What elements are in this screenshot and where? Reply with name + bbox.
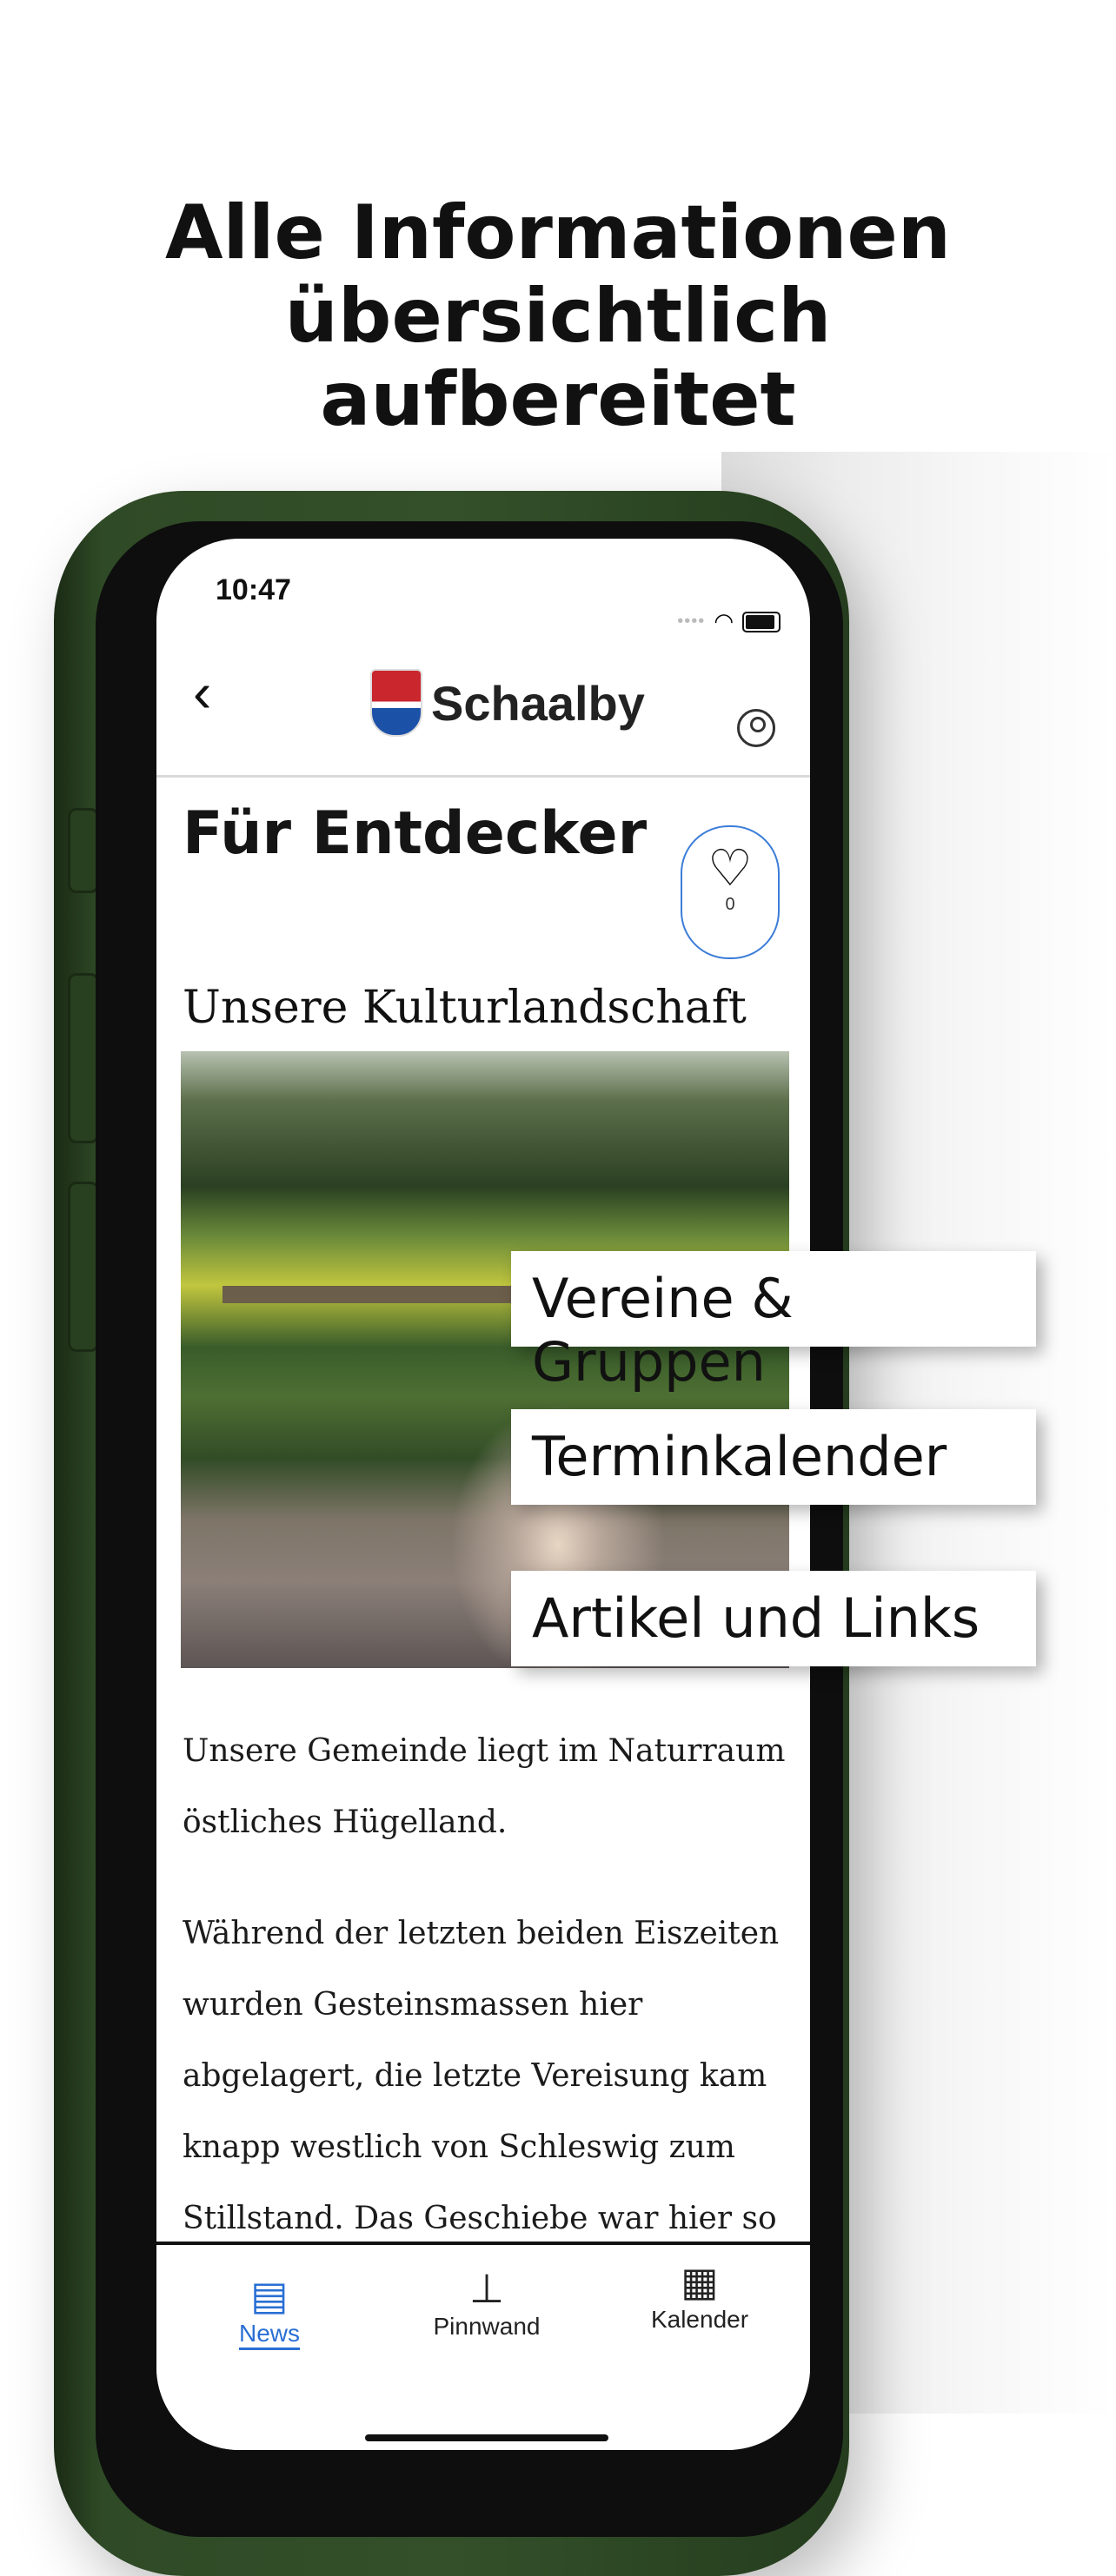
feature-label-terminkalender: Terminkalender (511, 1409, 1036, 1505)
app-logo: Schaalby (370, 669, 645, 737)
volume-down-button (68, 1182, 99, 1352)
status-icons: •••• ◠ (677, 608, 781, 635)
calendar-icon: ▦ (681, 2259, 719, 2304)
wifi-icon: ◠ (714, 608, 734, 634)
feature-text-terminkalender: Terminkalender (532, 1425, 947, 1488)
header-divider (156, 775, 810, 778)
tab-kalender-label: Kalender (650, 2306, 749, 2333)
profile-icon[interactable] (737, 709, 775, 747)
coat-of-arms-icon (370, 669, 422, 737)
photo-dock (223, 1286, 553, 1303)
signal-icon: •••• (677, 612, 706, 631)
status-time: 10:47 (216, 573, 291, 606)
home-indicator (365, 2434, 608, 2441)
headline-line-1: Alle Informationen (164, 189, 951, 276)
tab-kalender[interactable]: ▦ Kalender (630, 2257, 769, 2334)
tab-news-label: News (238, 2320, 300, 2350)
feature-text-vereine: Vereine & Gruppen (532, 1267, 794, 1394)
feature-label-artikel: Artikel und Links (511, 1571, 1036, 1666)
article-paragraph-1: Unsere Gemeinde liegt im Naturraum östli… (183, 1733, 786, 1840)
favorite-button[interactable]: ♡ 0 (681, 825, 780, 959)
page-title: Für Entdecker (183, 799, 648, 868)
back-button[interactable]: ‹ (193, 660, 211, 725)
battery-icon (742, 611, 781, 632)
feature-text-artikel: Artikel und Links (532, 1586, 980, 1650)
tab-pinnwand[interactable]: ⊥ Pinnwand (417, 2264, 556, 2341)
pin-icon: ⊥ (468, 2266, 505, 2311)
headline: Alle Informationen übersichtlich aufbere… (0, 191, 1116, 441)
volume-up-button (68, 973, 99, 1143)
logo-text: Schaalby (431, 675, 645, 731)
article-subtitle: Unsere Kulturlandschaft (183, 982, 747, 1034)
tab-news[interactable]: ▤ News (200, 2271, 339, 2350)
heart-icon: ♡ (707, 840, 753, 897)
tab-bar: ▤ News ⊥ Pinnwand ▦ Kalender (156, 2242, 810, 2450)
feature-label-vereine: Vereine & Gruppen (511, 1251, 1036, 1394)
headline-line-2: übersichtlich (284, 273, 832, 360)
mute-switch (68, 808, 99, 893)
favorite-count: 0 (725, 895, 735, 914)
tab-pinnwand-label: Pinnwand (433, 2313, 541, 2340)
newspaper-icon: ▤ (250, 2273, 289, 2318)
headline-line-3: aufbereitet (320, 356, 796, 443)
